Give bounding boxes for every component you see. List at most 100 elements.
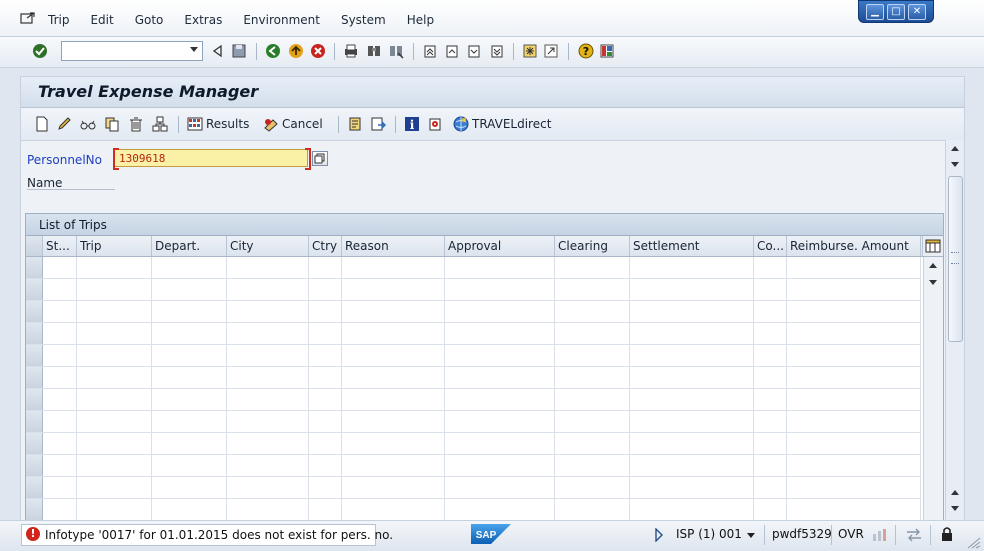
table-cell[interactable] (342, 345, 445, 366)
last-page-icon[interactable] (489, 43, 505, 59)
maximize-icon[interactable]: □ (887, 3, 905, 20)
menu-edit[interactable]: Edit (90, 13, 113, 27)
create-session-icon[interactable] (522, 43, 538, 59)
change-trip-button[interactable] (56, 116, 72, 132)
table-cell[interactable] (555, 345, 630, 366)
table-row[interactable] (26, 367, 921, 389)
table-cell[interactable] (152, 499, 227, 520)
table-cell[interactable] (227, 279, 309, 300)
row-selector[interactable] (26, 433, 43, 454)
command-input[interactable] (62, 42, 186, 60)
table-cell[interactable] (445, 323, 555, 344)
table-row[interactable] (26, 433, 921, 455)
table-cell[interactable] (342, 323, 445, 344)
find-icon[interactable] (366, 43, 382, 59)
table-cell[interactable] (77, 257, 152, 278)
column-clearing[interactable]: Clearing (555, 236, 630, 256)
row-selector[interactable] (26, 301, 43, 322)
table-cell[interactable] (77, 345, 152, 366)
table-cell[interactable] (555, 257, 630, 278)
table-cell[interactable] (227, 411, 309, 432)
menu-goto[interactable]: Goto (135, 13, 164, 27)
table-row[interactable] (26, 389, 921, 411)
table-cell[interactable] (43, 367, 77, 388)
row-selector[interactable] (26, 477, 43, 498)
table-cell[interactable] (342, 389, 445, 410)
scroll-up-icon[interactable] (929, 263, 937, 268)
save-icon[interactable] (231, 43, 247, 59)
column-co[interactable]: Co... (754, 236, 787, 256)
resize-grip-icon[interactable] (967, 537, 981, 549)
previous-page-icon[interactable] (444, 43, 460, 59)
screen-scroll-up-bottom-icon[interactable] (951, 490, 959, 495)
row-selector[interactable] (26, 499, 43, 520)
table-row[interactable] (26, 257, 921, 279)
table-cell[interactable] (227, 389, 309, 410)
table-cell[interactable] (787, 345, 921, 366)
column-city[interactable]: City (227, 236, 309, 256)
table-cell[interactable] (555, 389, 630, 410)
table-cell[interactable] (43, 301, 77, 322)
table-cell[interactable] (754, 389, 787, 410)
chevron-down-icon[interactable] (190, 47, 198, 52)
table-cell[interactable] (555, 411, 630, 432)
minimize-icon[interactable]: ▁ (866, 3, 884, 20)
personnel-number-field[interactable]: 1309618 (114, 149, 308, 167)
table-cell[interactable] (77, 389, 152, 410)
value-help-button[interactable] (312, 151, 328, 166)
table-cell[interactable] (43, 389, 77, 410)
table-cell[interactable] (152, 279, 227, 300)
table-cell[interactable] (555, 433, 630, 454)
table-cell[interactable] (227, 257, 309, 278)
table-cell[interactable] (787, 411, 921, 432)
table-cell[interactable] (445, 455, 555, 476)
table-row[interactable] (26, 455, 921, 477)
table-cell[interactable] (77, 323, 152, 344)
table-cell[interactable] (630, 279, 754, 300)
table-cell[interactable] (555, 301, 630, 322)
table-cell[interactable] (152, 433, 227, 454)
table-cell[interactable] (152, 367, 227, 388)
table-cell[interactable] (152, 301, 227, 322)
table-cell[interactable] (77, 499, 152, 520)
table-cell[interactable] (309, 279, 342, 300)
screen-scroll-down-bottom-icon[interactable] (951, 506, 959, 511)
table-cell[interactable] (630, 257, 754, 278)
enter-icon[interactable] (32, 43, 48, 59)
table-cell[interactable] (309, 301, 342, 322)
table-cell[interactable] (754, 345, 787, 366)
column-status[interactable]: St... (43, 236, 77, 256)
table-cell[interactable] (445, 367, 555, 388)
column-reimburse-amount[interactable]: Reimburse. Amount (787, 236, 921, 256)
table-cell[interactable] (342, 367, 445, 388)
status-message[interactable]: ! Infotype '0017' for 01.01.2015 does no… (21, 524, 393, 546)
expand-trip-button[interactable] (152, 116, 168, 132)
cancel-icon[interactable] (310, 43, 326, 59)
table-row[interactable] (26, 499, 921, 521)
scroll-down-icon[interactable] (929, 280, 937, 285)
row-selector[interactable] (26, 345, 43, 366)
table-cell[interactable] (445, 389, 555, 410)
copy-trip-button[interactable] (104, 116, 120, 132)
table-row[interactable] (26, 345, 921, 367)
table-row[interactable] (26, 411, 921, 433)
print-icon[interactable] (343, 43, 359, 59)
table-cell[interactable] (43, 433, 77, 454)
status-expand-icon[interactable] (654, 528, 664, 542)
table-cell[interactable] (342, 477, 445, 498)
table-cell[interactable] (787, 279, 921, 300)
table-cell[interactable] (43, 257, 77, 278)
table-cell[interactable] (152, 257, 227, 278)
menu-trip[interactable]: Trip (48, 13, 69, 27)
table-cell[interactable] (227, 323, 309, 344)
table-cell[interactable] (77, 279, 152, 300)
table-cell[interactable] (445, 257, 555, 278)
table-cell[interactable] (152, 411, 227, 432)
table-cell[interactable] (787, 367, 921, 388)
table-cell[interactable] (787, 389, 921, 410)
system-menu-icon[interactable] (20, 12, 36, 26)
table-cell[interactable] (43, 279, 77, 300)
customize-layout-icon[interactable] (599, 43, 615, 59)
create-trip-button[interactable] (34, 116, 50, 132)
row-selector[interactable] (26, 455, 43, 476)
